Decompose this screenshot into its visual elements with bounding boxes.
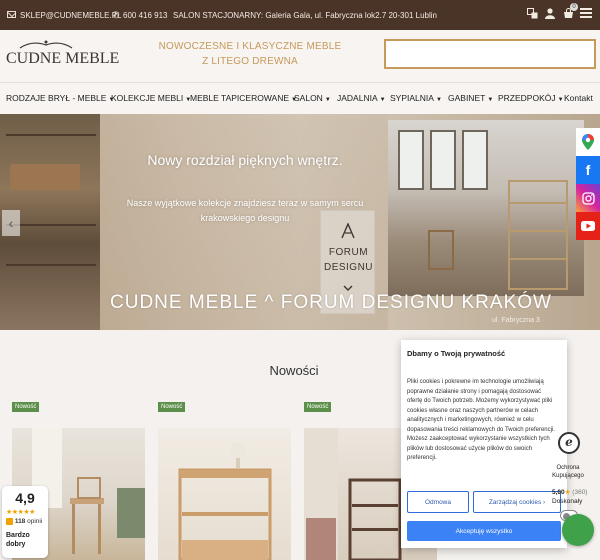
nav-item-kolekcje[interactable]: KOLEKCJE MEBLI ▼ bbox=[111, 93, 191, 103]
caret-down-icon: ▼ bbox=[435, 97, 442, 103]
product-photo[interactable] bbox=[158, 428, 291, 560]
cookie-dialog: Dbamy o Twoją prywatność Pliki cookies i… bbox=[401, 340, 567, 548]
salon-address: SALON STACJONARNY: Galeria Gala, ul. Fab… bbox=[173, 11, 437, 20]
email-link[interactable]: SKLEP@CUDNEMEBLE.PL bbox=[20, 11, 122, 20]
cart-icon[interactable]: 0 bbox=[562, 3, 578, 20]
logo-text: CUDNE MEBLE bbox=[6, 50, 120, 67]
salon-address-text: Galeria Gala, ul. Fabryczna lok2.7 20-30… bbox=[263, 11, 437, 20]
caret-down-icon: ▼ bbox=[557, 97, 564, 103]
star-icon: ★ bbox=[564, 489, 571, 496]
phone-link[interactable]: 600 416 913 bbox=[123, 11, 168, 20]
rating-widget[interactable]: 4,9 ★★★★★ 118 opinii Bardzo dobry bbox=[2, 486, 48, 558]
nav-item-przedpokoj[interactable]: PRZEDPOKÓJ ▼ bbox=[498, 93, 564, 103]
rating-score: 4,9 bbox=[15, 490, 35, 506]
caret-down-icon: ▼ bbox=[324, 97, 331, 103]
cookie-title: Dbamy o Twoją prywatność bbox=[407, 349, 506, 358]
hero-address: ul. Fabryczna 3 bbox=[492, 317, 540, 324]
facebook-icon[interactable]: f bbox=[576, 156, 600, 184]
menu-icon[interactable] bbox=[580, 6, 592, 20]
hero-banner-text: CUDNE MEBLE ^ FORUM DESIGNU KRAKÓW bbox=[110, 292, 552, 313]
nav-item-tapicerowane[interactable]: MEBLE TAPICEROWANE ▼ bbox=[190, 93, 297, 103]
slider-prev-arrow-icon[interactable]: ‹ bbox=[2, 210, 20, 236]
logo[interactable]: CUDNE MEBLE bbox=[6, 39, 119, 73]
rating-label: Bardzo dobry bbox=[6, 532, 30, 548]
new-badge: Nowość bbox=[12, 402, 40, 412]
cookie-reject-button[interactable]: Odmowa bbox=[407, 491, 469, 513]
search-input[interactable] bbox=[384, 39, 596, 69]
new-badge: Nowość bbox=[304, 402, 332, 412]
hero-banner[interactable]: Nowy rozdział pięknych wnętrz. Nasze wyj… bbox=[0, 114, 600, 330]
envelope-icon bbox=[7, 11, 16, 18]
forum-line1: FORUM bbox=[328, 247, 369, 258]
trusted-shops-badge[interactable]: Ochrona Kupującego 5,00★ (360) Doskonały bbox=[548, 430, 590, 526]
user-icon[interactable] bbox=[544, 6, 556, 20]
section-title-nowosci: Nowości bbox=[269, 363, 319, 378]
caret-down-icon: ▼ bbox=[487, 97, 494, 103]
nav-item-sypialnia[interactable]: SYPIALNIA ▼ bbox=[390, 93, 442, 103]
site-header: CUDNE MEBLE NOWOCZESNE I KLASYCZNE MEBLE… bbox=[0, 30, 600, 82]
salon-label: SALON STACJONARNY: bbox=[173, 11, 264, 20]
verified-icon bbox=[6, 518, 13, 525]
nav-item-gabinet[interactable]: GABINET ▼ bbox=[448, 93, 493, 103]
trust-score: 5,00★ (360) bbox=[552, 489, 588, 496]
google-maps-icon[interactable] bbox=[576, 128, 600, 156]
rating-stars: ★★★★★ bbox=[6, 509, 35, 516]
hero-photo-right bbox=[388, 120, 584, 296]
cart-count: 0 bbox=[570, 3, 578, 11]
nav-item-kontakt[interactable]: Kontakt bbox=[564, 93, 593, 103]
nav-item-rodzaje[interactable]: RODZAJE BRYŁ - MEBLE ▼ bbox=[6, 93, 114, 103]
tagline-line1: NOWOCZESNE I KLASYCZNE MEBLE bbox=[158, 41, 342, 52]
product-card[interactable]: Nowość bbox=[158, 402, 291, 560]
trust-rating-label: Doskonały bbox=[552, 498, 583, 505]
instagram-icon[interactable] bbox=[576, 184, 600, 212]
top-bar: SKLEP@CUDNEMEBLE.PL ✆ 600 416 913 SALON … bbox=[0, 0, 600, 30]
chevron-right-icon: › bbox=[543, 498, 546, 506]
trust-label: Ochrona Kupującego bbox=[552, 465, 584, 479]
youtube-icon[interactable] bbox=[576, 212, 600, 240]
cookie-text: Pliki cookies i pokrewne im technologie … bbox=[407, 379, 555, 461]
social-sidebar: f bbox=[576, 128, 600, 240]
phone-icon: ✆ bbox=[112, 10, 120, 20]
cookie-accept-button[interactable]: Akceptuję wszystko bbox=[407, 521, 561, 541]
tagline-line2: Z LITEGO DREWNA bbox=[202, 56, 298, 67]
main-nav: RODZAJE BRYŁ - MEBLE ▼ KOLEKCJE MEBLI ▼ ME… bbox=[0, 82, 600, 114]
tagline: NOWOCZESNE I KLASYCZNE MEBLE Z LITEGO DR… bbox=[150, 39, 350, 69]
caret-down-icon: ▼ bbox=[379, 97, 386, 103]
forum-line2: DESIGNU bbox=[323, 262, 374, 273]
chat-button-icon[interactable] bbox=[562, 514, 594, 546]
language-icon[interactable] bbox=[526, 6, 538, 20]
hero-title: Nowy rozdział pięknych wnętrz. bbox=[147, 152, 343, 168]
nav-item-jadalnia[interactable]: JADALNIA ▼ bbox=[337, 93, 386, 103]
rating-count: 118 opinii bbox=[6, 518, 42, 525]
trusted-shops-icon bbox=[558, 432, 580, 454]
new-badge: Nowość bbox=[158, 402, 186, 412]
crown-icon bbox=[19, 40, 73, 49]
forum-logo-icon bbox=[341, 223, 355, 239]
nav-item-salon[interactable]: SALON ▼ bbox=[294, 93, 331, 103]
